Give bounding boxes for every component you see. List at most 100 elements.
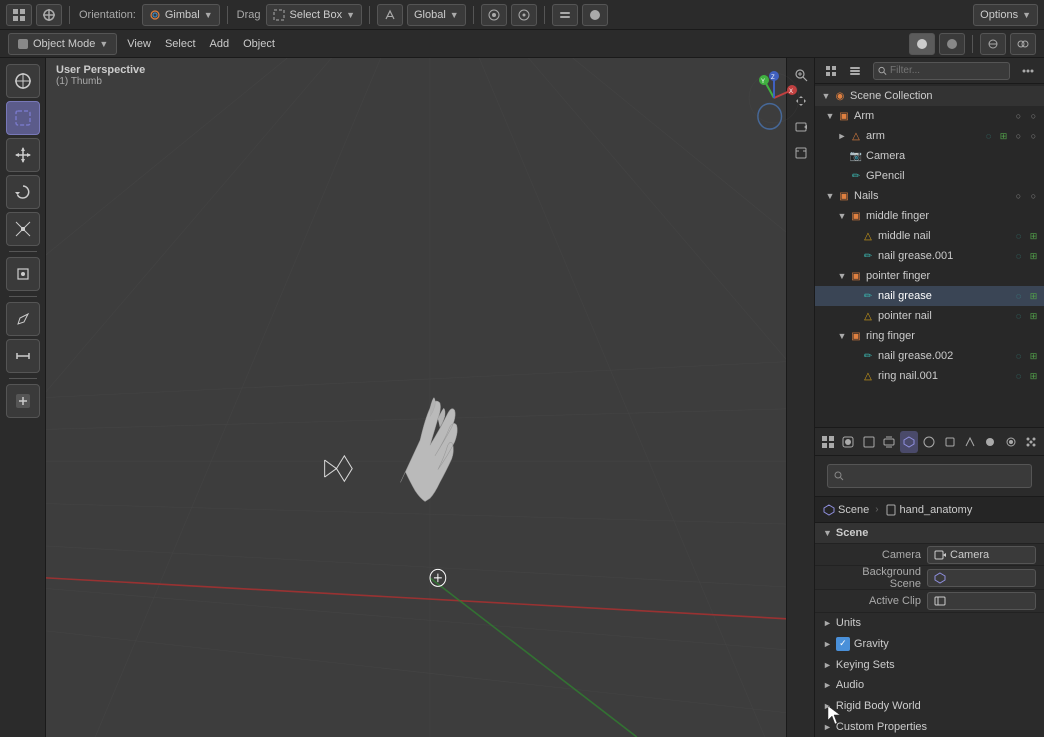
arm-group-vis-icon[interactable]: ○ [1012, 110, 1025, 123]
add-tool-btn[interactable] [6, 384, 40, 418]
tree-item-pointer-finger[interactable]: ▼ ▣ pointer finger [815, 266, 1044, 286]
scene-section-header[interactable]: ▼ Scene [815, 523, 1044, 544]
audio-row[interactable]: ► Audio [815, 675, 1044, 696]
viewport[interactable]: User Perspective (1) Thumb [46, 58, 814, 737]
props-search-bar[interactable] [827, 464, 1032, 488]
select-box-dropdown[interactable]: Select Box ▼ [266, 4, 362, 26]
ng-label: nail grease [878, 290, 1012, 302]
editor-type-btn[interactable] [6, 4, 32, 26]
nails-sel-icon[interactable]: ○ [1027, 190, 1040, 203]
tree-item-nail-grease-002[interactable]: ► ✏ nail grease.002 ◌ ⊞ [815, 346, 1044, 366]
add-btn[interactable]: Add [206, 36, 234, 52]
bc-scene[interactable]: Scene [823, 504, 869, 516]
outliner-options-btn[interactable] [1018, 61, 1038, 81]
gimbal-chevron: ▼ [204, 10, 213, 20]
gravity-checkbox[interactable]: ✓ [836, 637, 850, 651]
tree-item-middle-nail[interactable]: ► △ middle nail ◌ ⊞ [815, 226, 1044, 246]
rigid-body-label: Rigid Body World [836, 700, 921, 712]
rigid-body-row[interactable]: ► Rigid Body World [815, 696, 1044, 717]
bc-file[interactable]: hand_anatomy [885, 504, 973, 516]
outliner-search[interactable] [890, 65, 1005, 76]
viewport-shading-rendered[interactable] [939, 33, 965, 55]
scene-collection-item[interactable]: ▼ ◉ Scene Collection [815, 86, 1044, 106]
active-clip-value[interactable] [927, 592, 1036, 610]
pointer-finger-arrow: ▼ [835, 269, 849, 283]
move-tool-btn[interactable] [6, 138, 40, 172]
props-search-input[interactable] [848, 471, 1025, 482]
scale-tool-btn[interactable] [6, 212, 40, 246]
frame-all-btn[interactable] [790, 142, 812, 164]
ring-finger-arrow: ▼ [835, 329, 849, 343]
tree-item-arm-group[interactable]: ▼ ▣ Arm ○ ○ [815, 106, 1044, 126]
props-particles-btn[interactable] [1022, 431, 1040, 453]
props-menu-btn[interactable] [819, 431, 837, 453]
props-view-layer-btn[interactable] [880, 431, 898, 453]
gravity-label: Gravity [854, 638, 889, 650]
gpencil-icon: ✏ [849, 169, 863, 183]
snap-btn[interactable] [481, 4, 507, 26]
pn-mod-icon: ⊞ [1027, 310, 1040, 323]
camera-prop-value[interactable]: Camera [927, 546, 1036, 564]
gizmo-btn[interactable] [980, 33, 1006, 55]
proportional-btn[interactable] [511, 4, 537, 26]
props-world-btn[interactable] [920, 431, 938, 453]
nails-vis-icon[interactable]: ○ [1012, 190, 1025, 203]
arm-vis-icon[interactable]: ○ [1012, 130, 1025, 143]
global-dropdown[interactable]: Global ▼ [407, 4, 466, 26]
transform-tool-btn[interactable] [6, 257, 40, 291]
transform-icon-btn[interactable] [377, 4, 403, 26]
object-mode-dropdown[interactable]: Object Mode ▼ [8, 33, 117, 55]
ng002-ik-icon: ◌ [1012, 350, 1025, 363]
gravity-row[interactable]: ► ✓ Gravity [815, 634, 1044, 655]
measure-tool-btn[interactable] [6, 339, 40, 373]
annotate-tool-btn[interactable] [6, 302, 40, 336]
tree-item-ring-finger[interactable]: ▼ ▣ ring finger [815, 326, 1044, 346]
tool-sep-3 [9, 378, 37, 379]
bg-scene-value[interactable] [927, 569, 1036, 587]
tree-item-nail-grease-001[interactable]: ► ✏ nail grease.001 ◌ ⊞ [815, 246, 1044, 266]
object-btn[interactable]: Object [239, 36, 279, 52]
move-icon-btn[interactable] [36, 4, 62, 26]
options-dropdown[interactable]: Options ▼ [973, 4, 1038, 26]
overlay-toggle[interactable] [1010, 33, 1036, 55]
tree-item-nail-grease[interactable]: ► ✏ nail grease ◌ ⊞ [815, 286, 1044, 306]
overlay-btn[interactable] [552, 4, 578, 26]
tree-item-ring-nail-001[interactable]: ► △ ring nail.001 ◌ ⊞ [815, 366, 1044, 386]
tree-item-gpencil[interactable]: ► ✏ GPencil [815, 166, 1044, 186]
tree-item-arm[interactable]: ► △ arm ◌ ⊞ ○ ○ [815, 126, 1044, 146]
pn-label: pointer nail [878, 310, 1012, 322]
props-material-btn[interactable] [981, 431, 999, 453]
nav-gizmo[interactable]: Y X Z [744, 68, 804, 128]
custom-props-row[interactable]: ► Custom Properties [815, 716, 1044, 737]
units-row[interactable]: ► Units [815, 613, 1044, 634]
tree-item-nails-group[interactable]: ▼ ▣ Nails ○ ○ [815, 186, 1044, 206]
select-tool-btn[interactable] [6, 101, 40, 135]
rotate-tool-btn[interactable] [6, 175, 40, 209]
props-render-btn[interactable] [839, 431, 857, 453]
gimbal-dropdown[interactable]: Gimbal ▼ [142, 4, 220, 26]
select-box-chevron: ▼ [346, 10, 355, 20]
outliner-menu-btn[interactable] [821, 61, 841, 81]
outliner-view-btn[interactable] [845, 61, 865, 81]
outliner-header [815, 58, 1044, 84]
props-object-btn[interactable] [941, 431, 959, 453]
camera-prop-label: Camera [831, 549, 921, 561]
viewport-shading-solid[interactable] [909, 33, 935, 55]
tree-item-middle-finger[interactable]: ▼ ▣ middle finger [815, 206, 1044, 226]
arm-group-sel-icon[interactable]: ○ [1027, 110, 1040, 123]
props-modifier-btn[interactable] [961, 431, 979, 453]
cursor-tool-btn[interactable] [6, 64, 40, 98]
tree-item-camera[interactable]: ► 📷 Camera [815, 146, 1044, 166]
props-scene-btn[interactable] [900, 431, 918, 453]
keying-sets-label: Keying Sets [836, 659, 895, 671]
shading-btn[interactable] [582, 4, 608, 26]
keying-sets-row[interactable]: ► Keying Sets [815, 654, 1044, 675]
props-anim-btn[interactable] [1001, 431, 1019, 453]
gpencil-label: GPencil [866, 170, 1040, 182]
tree-item-pointer-nail[interactable]: ► △ pointer nail ◌ ⊞ [815, 306, 1044, 326]
props-output-btn[interactable] [860, 431, 878, 453]
view-btn[interactable]: View [123, 36, 155, 52]
select-btn[interactable]: Select [161, 36, 200, 52]
props-toolbar [815, 428, 1044, 456]
arm-sel-icon[interactable]: ○ [1027, 130, 1040, 143]
